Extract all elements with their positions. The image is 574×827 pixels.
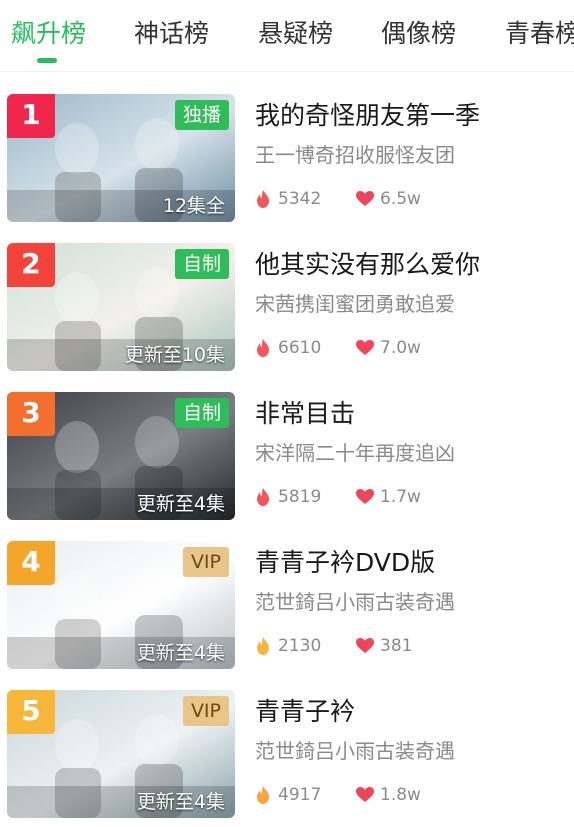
tab-suspense[interactable]: 悬疑榜 bbox=[258, 14, 333, 54]
heart-icon bbox=[356, 489, 374, 504]
episode-progress: 更新至4集 bbox=[136, 642, 225, 664]
poster-image[interactable]: 3 自制 更新至4集 bbox=[7, 392, 235, 520]
like-count: 1.8w bbox=[355, 783, 421, 807]
heart-icon bbox=[356, 340, 374, 355]
flame-icon bbox=[257, 190, 269, 208]
show-title[interactable]: 他其实没有那么爱你 bbox=[255, 245, 480, 285]
episode-progress: 更新至4集 bbox=[136, 791, 225, 813]
show-subtitle: 王一博奇招收服怪友团 bbox=[255, 143, 455, 167]
like-value: 6.5w bbox=[380, 189, 421, 209]
hot-value: 5342 bbox=[278, 189, 322, 209]
hot-value: 2130 bbox=[278, 636, 322, 656]
hot-count: 5819 bbox=[253, 485, 321, 509]
list-item[interactable]: 5 VIP 更新至4集 青青子衿 范世錡吕小雨古装奇遇 4917 1.8w bbox=[0, 690, 574, 820]
label-badge: 独播 bbox=[174, 100, 229, 130]
label-badge: 自制 bbox=[174, 249, 229, 279]
like-value: 7.0w bbox=[380, 338, 421, 358]
hot-value: 4917 bbox=[278, 785, 322, 805]
tab-myth[interactable]: 神话榜 bbox=[134, 14, 209, 54]
show-title[interactable]: 青青子衿 bbox=[255, 692, 355, 732]
hot-count: 4917 bbox=[253, 783, 321, 807]
label-badge: VIP bbox=[182, 547, 229, 577]
rank-badge: 2 bbox=[7, 243, 55, 287]
flame-icon bbox=[257, 488, 269, 506]
like-value: 381 bbox=[380, 636, 413, 656]
show-subtitle: 宋茜携闺蜜团勇敢追爱 bbox=[255, 292, 455, 316]
show-subtitle: 范世錡吕小雨古装奇遇 bbox=[255, 739, 455, 763]
show-subtitle: 范世錡吕小雨古装奇遇 bbox=[255, 590, 455, 614]
heart-icon bbox=[356, 638, 374, 653]
heart-icon bbox=[356, 191, 374, 206]
like-count: 381 bbox=[355, 634, 412, 658]
hot-value: 5819 bbox=[278, 487, 322, 507]
episode-progress: 更新至4集 bbox=[136, 493, 225, 515]
flame-icon bbox=[257, 339, 269, 357]
rank-badge: 1 bbox=[7, 94, 55, 138]
label-badge: 自制 bbox=[174, 398, 229, 428]
rank-badge: 4 bbox=[7, 541, 55, 585]
list-item[interactable]: 1 独播 12集全 我的奇怪朋友第一季 王一博奇招收服怪友团 5342 6.5w bbox=[0, 94, 574, 224]
flame-icon bbox=[257, 786, 269, 804]
like-count: 7.0w bbox=[355, 336, 421, 360]
category-tabs: 飙升榜 神话榜 悬疑榜 偶像榜 青春榜 bbox=[0, 0, 574, 72]
poster-image[interactable]: 1 独播 12集全 bbox=[7, 94, 235, 222]
show-title[interactable]: 非常目击 bbox=[255, 394, 355, 434]
poster-image[interactable]: 5 VIP 更新至4集 bbox=[7, 690, 235, 818]
show-title[interactable]: 我的奇怪朋友第一季 bbox=[255, 96, 480, 136]
tab-idol[interactable]: 偶像榜 bbox=[381, 14, 456, 54]
show-title[interactable]: 青青子衿DVD版 bbox=[255, 543, 435, 583]
episode-progress: 更新至10集 bbox=[124, 344, 225, 366]
list-item[interactable]: 4 VIP 更新至4集 青青子衿DVD版 范世錡吕小雨古装奇遇 2130 381 bbox=[0, 541, 574, 671]
flame-icon bbox=[257, 637, 269, 655]
poster-image[interactable]: 2 自制 更新至10集 bbox=[7, 243, 235, 371]
active-tab-indicator bbox=[37, 58, 57, 63]
rank-badge: 5 bbox=[7, 690, 55, 734]
tab-rising[interactable]: 飙升榜 bbox=[11, 14, 86, 54]
tab-youth[interactable]: 青春榜 bbox=[505, 14, 574, 54]
list-item[interactable]: 3 自制 更新至4集 非常目击 宋洋隔二十年再度追凶 5819 1.7w bbox=[0, 392, 574, 522]
like-value: 1.8w bbox=[380, 785, 421, 805]
hot-value: 6610 bbox=[278, 338, 322, 358]
list-item[interactable]: 2 自制 更新至10集 他其实没有那么爱你 宋茜携闺蜜团勇敢追爱 6610 7.… bbox=[0, 243, 574, 373]
heart-icon bbox=[356, 787, 374, 802]
rank-badge: 3 bbox=[7, 392, 55, 436]
episode-progress: 12集全 bbox=[162, 195, 225, 217]
hot-count: 2130 bbox=[253, 634, 321, 658]
like-count: 1.7w bbox=[355, 485, 421, 509]
show-subtitle: 宋洋隔二十年再度追凶 bbox=[255, 441, 455, 465]
poster-image[interactable]: 4 VIP 更新至4集 bbox=[7, 541, 235, 669]
like-count: 6.5w bbox=[355, 187, 421, 211]
hot-count: 6610 bbox=[253, 336, 321, 360]
like-value: 1.7w bbox=[380, 487, 421, 507]
hot-count: 5342 bbox=[253, 187, 321, 211]
label-badge: VIP bbox=[182, 696, 229, 726]
